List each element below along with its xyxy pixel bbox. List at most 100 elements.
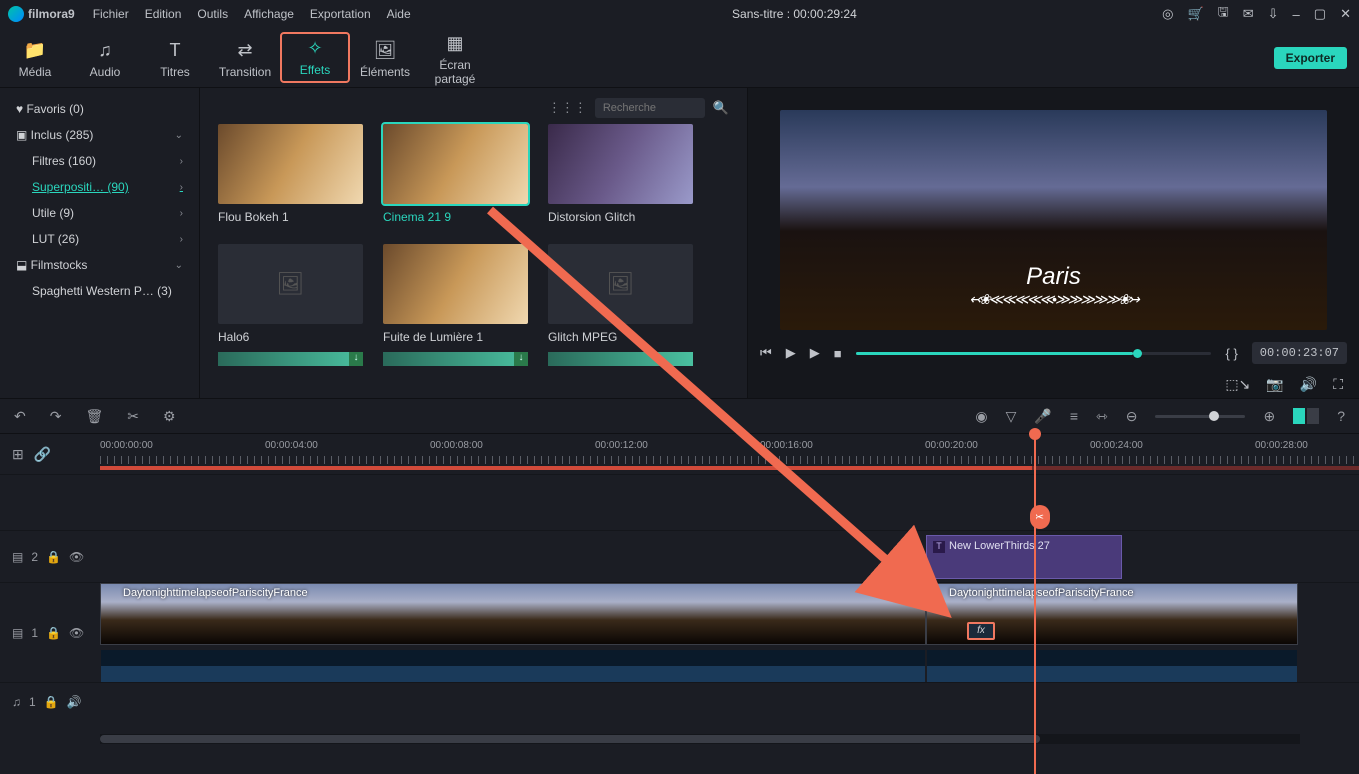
time-ruler[interactable]: 00:00:00:00 00:00:04:00 00:00:08:00 00:0…	[100, 434, 1359, 474]
brackets-label[interactable]: { }	[1225, 346, 1237, 361]
voiceover-icon[interactable]: 🎤	[1034, 408, 1051, 425]
eye-icon[interactable]: 👁	[69, 626, 84, 640]
sidebar-superpositions[interactable]: Superpositi… (90)›	[0, 174, 199, 200]
effect-card[interactable]: 🖼Glitch MPEG	[548, 244, 693, 344]
marker-icon[interactable]: ▽	[1006, 408, 1017, 425]
video-clip[interactable]: DaytonighttimelapseofPariscityFrance	[100, 583, 926, 645]
menu-exportation[interactable]: Exportation	[310, 7, 371, 21]
stop-icon[interactable]: ■	[834, 346, 842, 361]
fit-icon[interactable]: ⇿	[1096, 408, 1108, 425]
eye-icon[interactable]: 👁	[69, 550, 84, 564]
ruler-tick: 00:00:20:00	[925, 440, 978, 451]
tool-elements[interactable]: 🖼Éléments	[350, 36, 420, 79]
lock-icon[interactable]: 🔒	[44, 695, 59, 709]
effect-card[interactable]: Distorsion Glitch	[548, 124, 693, 224]
timeline-scrollbar[interactable]	[100, 734, 1300, 744]
tool-transition[interactable]: ⇄Transition	[210, 36, 280, 79]
download-icon[interactable]: ↓	[349, 352, 363, 366]
tool-media[interactable]: 📁Média	[0, 36, 70, 79]
search-input[interactable]	[595, 98, 705, 118]
title-clip[interactable]: TNew LowerThirds 27	[926, 535, 1122, 579]
link-icon[interactable]: 🔗	[34, 446, 51, 463]
search-icon[interactable]: 🔍	[713, 100, 729, 116]
delete-icon[interactable]: 🗑	[85, 408, 103, 425]
redo-icon[interactable]: ↷	[50, 408, 62, 425]
volume-icon[interactable]: 🔊	[1300, 376, 1317, 393]
effect-card[interactable]: Fuite de Lumière 1	[383, 244, 528, 344]
effect-card[interactable]: Flou Bokeh 1	[218, 124, 363, 224]
sidebar-favoris[interactable]: ♥ Favoris (0)	[0, 96, 199, 122]
transition-icon: ⇄	[210, 40, 280, 61]
quality-icon[interactable]: ⬚↘	[1225, 376, 1250, 393]
progress-bar[interactable]	[856, 352, 1212, 355]
mode-switch[interactable]	[1293, 408, 1319, 424]
menu-edition[interactable]: Edition	[145, 7, 182, 21]
sidebar-inclus[interactable]: ▣ Inclus (285)⌄	[0, 122, 199, 148]
video-clip[interactable]: DaytonighttimelapseofPariscityFrance fx	[926, 583, 1298, 645]
save-icon[interactable]: 🖫	[1218, 3, 1229, 25]
lock-icon[interactable]: 🔒	[46, 550, 61, 564]
mic-icon[interactable]: ⇩	[1268, 6, 1279, 22]
export-button[interactable]: Exporter	[1274, 47, 1347, 69]
snapshot-icon[interactable]: 📷	[1266, 376, 1283, 393]
effect-label: Distorsion Glitch	[548, 210, 693, 224]
fullscreen-icon[interactable]: ⛶	[1333, 376, 1343, 393]
menu-aide[interactable]: Aide	[387, 7, 411, 21]
render-icon[interactable]: ◉	[975, 408, 987, 425]
close-icon[interactable]: ✕	[1340, 6, 1351, 22]
prev-frame-icon[interactable]: ⏮	[760, 345, 772, 361]
menu-fichier[interactable]: Fichier	[93, 7, 129, 21]
cut-icon[interactable]: ✂	[127, 408, 139, 425]
mail-icon[interactable]: ✉	[1243, 6, 1254, 22]
tool-splitscreen[interactable]: ▦Écran partagé	[420, 29, 490, 86]
account-icon[interactable]: ◎	[1162, 6, 1173, 22]
zoom-in-icon[interactable]: ⊕	[1263, 408, 1275, 425]
effect-card[interactable]: 🖼Halo6	[218, 244, 363, 344]
tool-effets[interactable]: ✧Effets	[280, 32, 350, 83]
sidebar-filtres[interactable]: Filtres (160)›	[0, 148, 199, 174]
sidebar-utile[interactable]: Utile (9)›	[0, 200, 199, 226]
tool-titres[interactable]: TTitres	[140, 36, 210, 79]
effect-card[interactable]: Cinema 21 9	[383, 124, 528, 224]
download-icon[interactable]: ↓	[514, 352, 528, 366]
maximize-icon[interactable]: ▢	[1314, 6, 1326, 22]
minimize-icon[interactable]: –	[1293, 7, 1300, 22]
app-logo: filmora9	[8, 6, 75, 22]
menu-outils[interactable]: Outils	[197, 7, 228, 21]
cart-icon[interactable]: 🛒	[1187, 6, 1203, 22]
text-icon: T	[140, 40, 210, 61]
effect-thumb	[548, 124, 693, 204]
fx-badge[interactable]: fx	[967, 622, 995, 640]
mixer-icon[interactable]: ≡	[1070, 408, 1078, 424]
help-icon[interactable]: ?	[1337, 408, 1345, 424]
render-bar	[100, 466, 1359, 470]
clip-label: DaytonighttimelapseofPariscityFrance	[123, 587, 308, 599]
effects-gallery: ⋮⋮⋮ 🔍 Flou Bokeh 1 Cinema 21 9 Distorsio…	[200, 88, 747, 398]
sidebar-lut[interactable]: LUT (26)›	[0, 226, 199, 252]
track-number: 2	[31, 550, 38, 564]
preview-controls: ⏮ ▶ ▶ ■ { } 00:00:23:07	[748, 336, 1359, 370]
sidebar-filmstocks[interactable]: ⬓ Filmstocks⌄	[0, 252, 199, 278]
lock-icon[interactable]: 🔒	[46, 626, 61, 640]
preview-video[interactable]: Paris ↢❀≪≪≪≪≪•≫≫≫≫≫❀↣	[780, 110, 1327, 330]
tool-audio[interactable]: ♫Audio	[70, 36, 140, 79]
play-icon[interactable]: ▶	[786, 345, 796, 361]
grid-view-icon[interactable]: ⋮⋮⋮	[548, 100, 587, 116]
effect-card-loading[interactable]: ↓	[383, 352, 528, 366]
effect-label: Flou Bokeh 1	[218, 210, 363, 224]
speaker-icon[interactable]: 🔊	[67, 695, 82, 709]
add-track-icon[interactable]: ⊞	[12, 446, 24, 463]
settings-icon[interactable]: ⚙	[163, 408, 176, 425]
effect-card-loading[interactable]: ↓	[218, 352, 363, 366]
sidebar-spaghetti[interactable]: Spaghetti Western P… (3)	[0, 278, 199, 304]
next-frame-icon[interactable]: ▶	[810, 345, 820, 361]
playhead[interactable]	[1034, 434, 1036, 774]
track-type-icon: ▤	[12, 626, 23, 640]
menu-affichage[interactable]: Affichage	[244, 7, 294, 21]
zoom-slider[interactable]	[1155, 415, 1245, 418]
effect-card-loading[interactable]	[548, 352, 693, 366]
ruler-tick: 00:00:04:00	[265, 440, 318, 451]
preview-sub-controls: ⬚↘ 📷 🔊 ⛶	[748, 370, 1359, 398]
undo-icon[interactable]: ↶	[14, 408, 26, 425]
zoom-out-icon[interactable]: ⊖	[1126, 408, 1138, 425]
